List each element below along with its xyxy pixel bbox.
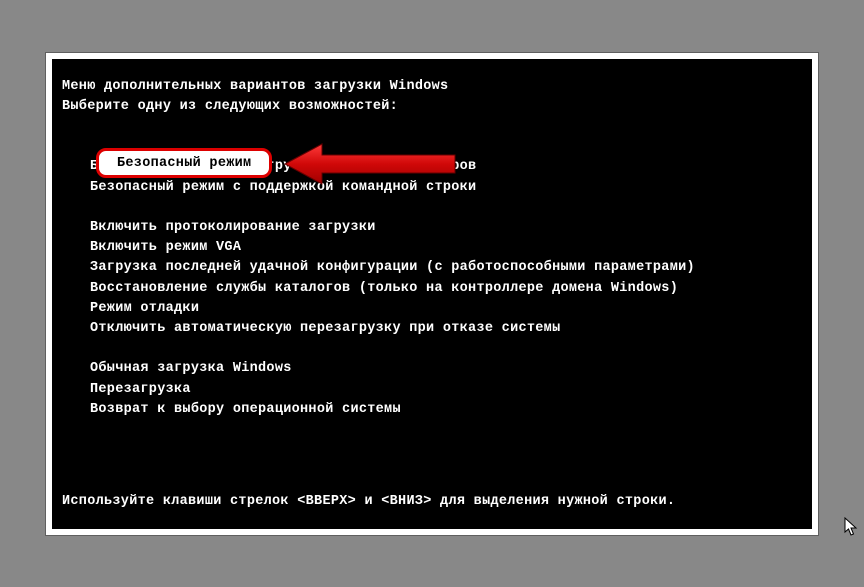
- screenshot-frame: Меню дополнительных вариантов загрузки W…: [46, 53, 818, 535]
- menu-group-advanced: Включить протоколирование загрузки Включ…: [62, 218, 802, 340]
- menu-group-normal: Обычная загрузка Windows Перезагрузка Во…: [62, 359, 802, 420]
- menu-item-boot-logging[interactable]: Включить протоколирование загрузки: [90, 218, 802, 238]
- menu-item-disable-auto-restart[interactable]: Отключить автоматическую перезагрузку пр…: [90, 319, 802, 339]
- menu-item-os-select[interactable]: Возврат к выбору операционной системы: [90, 400, 802, 420]
- arrow-left-icon: [280, 142, 460, 186]
- navigation-hint: Используйте клавиши стрелок <ВВЕРХ> и <В…: [62, 492, 675, 512]
- arrow-annotation: [280, 142, 460, 186]
- highlight-annotation: Безопасный режим: [96, 148, 272, 178]
- menu-item-directory-restore[interactable]: Восстановление службы каталогов (только …: [90, 279, 802, 299]
- mouse-cursor-icon: [844, 517, 860, 543]
- menu-item-debug-mode[interactable]: Режим отладки: [90, 299, 802, 319]
- menu-item-last-known-good[interactable]: Загрузка последней удачной конфигурации …: [90, 258, 802, 278]
- menu-item-normal-boot[interactable]: Обычная загрузка Windows: [90, 359, 802, 379]
- menu-prompt: Выберите одну из следующих возможностей:: [62, 97, 802, 117]
- menu-title: Меню дополнительных вариантов загрузки W…: [62, 77, 802, 97]
- selected-menu-item[interactable]: Безопасный режим: [117, 156, 251, 171]
- boot-menu-screen: Меню дополнительных вариантов загрузки W…: [52, 59, 812, 529]
- menu-item-vga-mode[interactable]: Включить режим VGA: [90, 238, 802, 258]
- menu-item-reboot[interactable]: Перезагрузка: [90, 380, 802, 400]
